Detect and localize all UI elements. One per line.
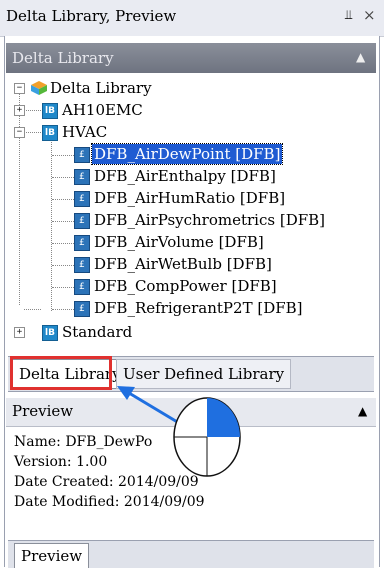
tree-connector: [52, 155, 74, 156]
tree-node-dfb-airpsychrometrics[interactable]: DFB_AirPsychrometrics [DFB]: [94, 209, 325, 231]
expand-toggle-icon[interactable]: +: [14, 105, 25, 116]
tree-connector: [24, 309, 41, 310]
window-title: Delta Library, Preview: [6, 7, 177, 25]
preview-version: Version: 1.00: [14, 454, 108, 470]
tree-node-dfb-comppower[interactable]: DFB_CompPower [DFB]: [94, 275, 277, 297]
dfb-icon: £: [74, 169, 90, 185]
collapse-arrow-icon[interactable]: ▲: [358, 404, 367, 418]
library-tree: − Delta Library + lB AH10EMC − lB HVAC £…: [10, 77, 374, 347]
tree-node-root[interactable]: Delta Library: [50, 77, 152, 99]
mouse-click-icon: [173, 397, 241, 477]
preview-date-modified: Date Modified: 2014/09/09: [14, 494, 205, 510]
dfb-icon: £: [74, 279, 90, 295]
collapse-toggle-icon[interactable]: −: [14, 127, 25, 138]
tree-node-dfb-airvolume[interactable]: DFB_AirVolume [DFB]: [94, 231, 264, 253]
dfb-icon: £: [74, 257, 90, 273]
collapse-arrow-icon[interactable]: ▲: [356, 50, 365, 64]
tab-preview[interactable]: Preview: [14, 543, 90, 568]
tree-connector: [52, 287, 74, 288]
bottom-tabs: Preview: [8, 540, 374, 568]
library-panel-title: Delta Library: [12, 49, 114, 67]
tree-node-hvac[interactable]: HVAC: [62, 121, 107, 143]
tree-connector: [52, 309, 74, 310]
tree-connector: [52, 221, 74, 222]
tree-node-dfb-airhumratio[interactable]: DFB_AirHumRatio [DFB]: [94, 187, 285, 209]
library-panel-header[interactable]: Delta Library ▲: [6, 43, 376, 73]
highlight-box: [10, 356, 112, 390]
cube-icon: [31, 81, 47, 95]
close-icon[interactable]: ×: [363, 6, 376, 24]
package-icon: lB: [42, 325, 58, 341]
tree-node-ah10emc[interactable]: AH10EMC: [62, 99, 143, 121]
package-icon: lB: [42, 125, 58, 141]
dfb-icon: £: [74, 191, 90, 207]
tree-connector: [51, 139, 52, 311]
tree-connector: [19, 93, 20, 305]
tree-node-dfb-refrigerantp2t[interactable]: DFB_RefrigerantP2T [DFB]: [94, 297, 303, 319]
tree-connector: [52, 177, 74, 178]
tree-connector: [24, 110, 41, 111]
dfb-icon: £: [74, 301, 90, 317]
pin-icon[interactable]: ⫫: [345, 8, 352, 23]
tree-connector: [52, 265, 74, 266]
window-titlebar: Delta Library, Preview ⫫ ×: [0, 0, 384, 37]
dfb-icon: £: [74, 147, 90, 163]
expand-toggle-icon[interactable]: +: [14, 327, 25, 338]
tree-connector: [24, 132, 41, 133]
preview-name: Name: DFB_DewPo: [14, 434, 153, 450]
tree-connector: [52, 243, 74, 244]
dfb-icon: £: [74, 235, 90, 251]
tree-node-standard[interactable]: Standard: [62, 321, 132, 343]
tree-node-dfb-airenthalpy[interactable]: DFB_AirEnthalpy [DFB]: [94, 165, 276, 187]
tree-connector: [52, 199, 74, 200]
tree-node-dfb-airdewpoint[interactable]: DFB_AirDewPoint [DFB]: [90, 143, 284, 165]
package-icon: lB: [42, 103, 58, 119]
dfb-icon: £: [74, 213, 90, 229]
tree-node-dfb-airwetbulb[interactable]: DFB_AirWetBulb [DFB]: [94, 253, 272, 275]
collapse-toggle-icon[interactable]: −: [14, 83, 25, 94]
preview-panel-title: Preview: [12, 402, 74, 420]
